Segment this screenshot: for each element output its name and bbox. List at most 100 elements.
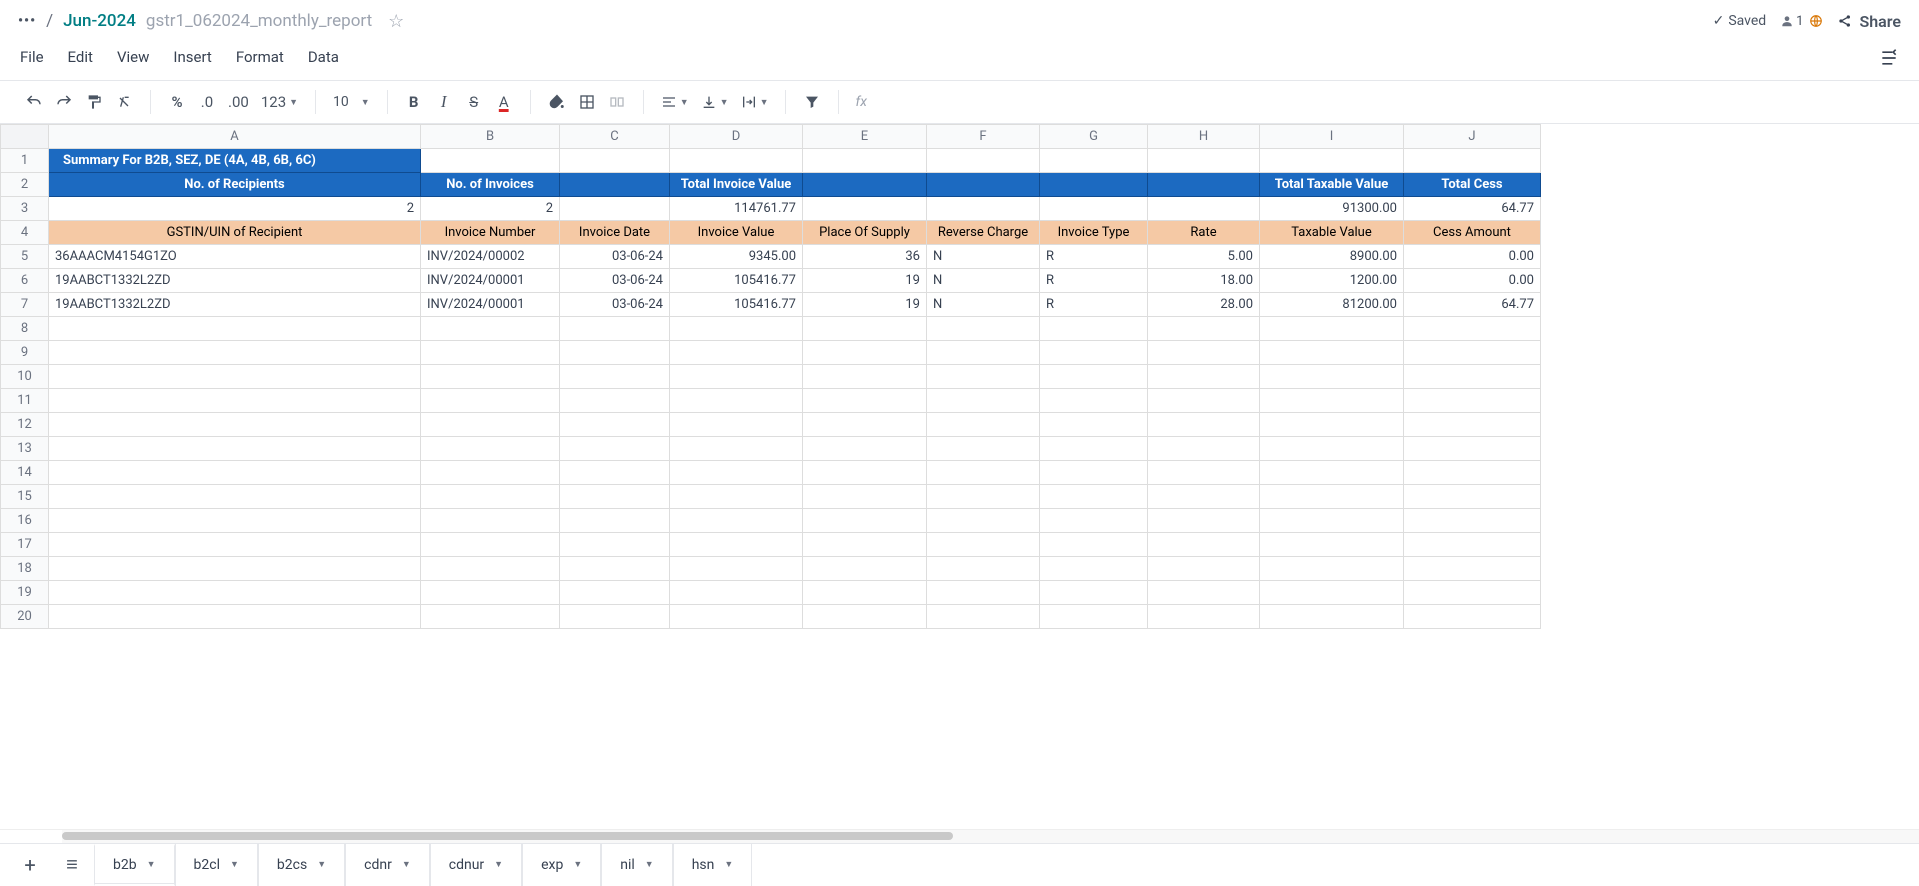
cell[interactable]: 0.00 <box>1404 245 1541 269</box>
cell[interactable] <box>1040 413 1148 437</box>
cell[interactable] <box>1148 605 1260 629</box>
cell[interactable] <box>49 509 421 533</box>
cell[interactable] <box>1404 557 1541 581</box>
cell[interactable] <box>1148 149 1260 173</box>
cell[interactable]: Invoice Number <box>421 221 560 245</box>
sheet-tab-b2cl[interactable]: b2cl▼ <box>175 844 258 886</box>
cell[interactable]: N <box>927 293 1040 317</box>
cell[interactable] <box>1040 605 1148 629</box>
number-format-button[interactable]: 123▼ <box>258 88 301 116</box>
cell[interactable] <box>927 413 1040 437</box>
cell[interactable] <box>49 365 421 389</box>
cell[interactable] <box>927 605 1040 629</box>
bold-button[interactable]: B <box>402 88 426 116</box>
cell[interactable] <box>1040 389 1148 413</box>
cell[interactable] <box>421 317 560 341</box>
cell[interactable] <box>927 173 1040 197</box>
menu-data[interactable]: Data <box>308 48 339 68</box>
italic-button[interactable]: I <box>432 88 456 116</box>
cell[interactable] <box>560 341 670 365</box>
chevron-down-icon[interactable]: ▼ <box>147 859 156 870</box>
row-header[interactable]: 7 <box>1 293 49 317</box>
sheet-tab-cdnr[interactable]: cdnr▼ <box>345 844 430 886</box>
strikethrough-button[interactable]: S <box>462 88 486 116</box>
sheet-tab-cdnur[interactable]: cdnur▼ <box>430 844 522 886</box>
cell[interactable] <box>560 605 670 629</box>
cell[interactable]: Cess Amount <box>1404 221 1541 245</box>
merge-cells-icon[interactable] <box>605 88 629 116</box>
menu-file[interactable]: File <box>20 48 44 68</box>
row-header[interactable]: 18 <box>1 557 49 581</box>
cell[interactable] <box>1040 437 1148 461</box>
cell[interactable] <box>670 485 803 509</box>
cell[interactable] <box>1040 533 1148 557</box>
cell[interactable] <box>803 509 927 533</box>
cell[interactable] <box>1404 533 1541 557</box>
cell[interactable] <box>1040 365 1148 389</box>
cell[interactable] <box>803 605 927 629</box>
row-header[interactable]: 8 <box>1 317 49 341</box>
cell[interactable] <box>49 485 421 509</box>
fill-color-icon[interactable] <box>545 88 569 116</box>
document-title[interactable]: gstr1_062024_monthly_report <box>146 11 372 31</box>
cell[interactable]: 105416.77 <box>670 269 803 293</box>
clear-format-icon[interactable] <box>112 88 136 116</box>
cell[interactable] <box>1148 173 1260 197</box>
cell[interactable] <box>421 461 560 485</box>
spreadsheet-area[interactable]: A B C D E F G H I J 1Summary For B2B, SE… <box>0 124 1919 829</box>
cell[interactable] <box>560 557 670 581</box>
formula-bar-input[interactable] <box>871 95 1905 110</box>
cell[interactable]: Total Invoice Value <box>670 173 803 197</box>
cell[interactable] <box>1260 341 1404 365</box>
cell[interactable] <box>1148 317 1260 341</box>
cell[interactable] <box>49 557 421 581</box>
column-header[interactable]: C <box>560 125 670 149</box>
cell[interactable]: No. of Recipients <box>49 173 421 197</box>
row-header[interactable]: 15 <box>1 485 49 509</box>
cell[interactable] <box>1404 341 1541 365</box>
cell[interactable] <box>1404 509 1541 533</box>
cell[interactable] <box>803 533 927 557</box>
cell[interactable] <box>670 533 803 557</box>
menu-insert[interactable]: Insert <box>173 48 211 68</box>
cell[interactable]: 03-06-24 <box>560 245 670 269</box>
cell[interactable]: 19 <box>803 269 927 293</box>
cell[interactable] <box>803 485 927 509</box>
row-header[interactable]: 12 <box>1 413 49 437</box>
cell[interactable] <box>1404 461 1541 485</box>
cell[interactable] <box>1260 149 1404 173</box>
cell[interactable] <box>803 317 927 341</box>
cell[interactable] <box>560 197 670 221</box>
cell[interactable] <box>1148 461 1260 485</box>
sheet-tab-b2b[interactable]: b2b▼ <box>94 844 175 886</box>
row-header[interactable]: 6 <box>1 269 49 293</box>
cell[interactable] <box>1260 365 1404 389</box>
sheet-tab-b2cs[interactable]: b2cs▼ <box>258 844 345 886</box>
cell[interactable]: Rate <box>1148 221 1260 245</box>
cell[interactable] <box>670 509 803 533</box>
chevron-down-icon[interactable]: ▼ <box>317 859 326 870</box>
cell[interactable] <box>1260 557 1404 581</box>
cell[interactable] <box>1404 437 1541 461</box>
decrease-decimals-button[interactable]: .0 <box>195 88 219 116</box>
row-header[interactable]: 10 <box>1 365 49 389</box>
cell[interactable] <box>1148 389 1260 413</box>
row-header[interactable]: 19 <box>1 581 49 605</box>
chevron-down-icon[interactable]: ▼ <box>494 859 503 870</box>
cell[interactable] <box>1148 413 1260 437</box>
favorite-star-icon[interactable]: ☆ <box>388 11 404 32</box>
cell[interactable] <box>927 581 1040 605</box>
cell[interactable] <box>49 461 421 485</box>
collapse-toolbar-icon[interactable] <box>1879 48 1899 68</box>
cell[interactable] <box>421 557 560 581</box>
horizontal-align-button[interactable]: ▼ <box>658 88 692 116</box>
cell[interactable] <box>421 485 560 509</box>
column-header[interactable]: A <box>49 125 421 149</box>
paint-format-icon[interactable] <box>82 88 106 116</box>
cell[interactable] <box>421 533 560 557</box>
cell[interactable]: R <box>1040 269 1148 293</box>
cell[interactable]: 5.00 <box>1148 245 1260 269</box>
cell[interactable]: Place Of Supply <box>803 221 927 245</box>
cell[interactable]: 8900.00 <box>1260 245 1404 269</box>
vertical-align-button[interactable]: ▼ <box>698 88 732 116</box>
